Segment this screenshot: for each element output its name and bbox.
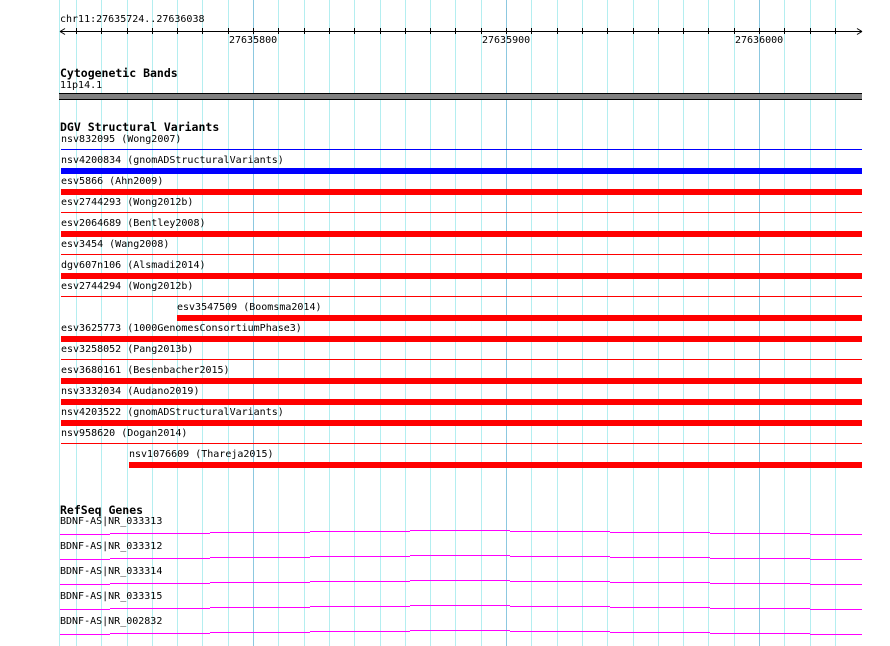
region-label: chr11:27635724..27636038 [60,14,205,25]
variant-bar[interactable] [61,378,862,384]
gene-label: BDNF-AS|NR_002832 [60,616,163,627]
track-title-dgv[interactable]: DGV Structural Variants [60,121,219,134]
variant-bar[interactable] [61,254,862,255]
variant-label: nsv832095 (Wong2007) [61,134,182,145]
variant-bar[interactable] [61,212,862,213]
variant-label: esv3258052 (Pang2013b) [61,344,194,355]
variant-label: esv2064689 (Bentley2008) [61,218,206,229]
variant-bar[interactable] [61,420,862,426]
variant-bar[interactable] [61,168,862,174]
variant-bar[interactable] [61,149,862,150]
variant-label: nsv4200834 (gnomADStructuralVariants) [61,155,284,166]
variant-label: esv3625773 (1000GenomesConsortiumPhase3) [61,323,302,334]
variant-label: nsv4203522 (gnomADStructuralVariants) [61,407,284,418]
variant-label: nsv1076609 (Thareja2015) [129,449,274,460]
cyto-band-bar[interactable] [59,93,862,100]
variant-label: esv3680161 (Besenbacher2015) [61,365,230,376]
tick-label-1: 27635800 [229,35,278,46]
variant-label: esv3547509 (Boomsma2014) [177,302,322,313]
variant-label: nsv958620 (Dogan2014) [61,428,188,439]
genome-browser-panel: chr11:27635724..27636038 27635800 276359… [0,0,890,646]
variant-label: esv2744293 (Wong2012b) [61,197,194,208]
variant-label: esv5866 (Ahn2009) [61,176,164,187]
variant-label: esv2744294 (Wong2012b) [61,281,194,292]
gene-label: BDNF-AS|NR_033314 [60,566,163,577]
variant-bar[interactable] [61,399,862,405]
variant-bar[interactable] [61,336,862,342]
gene-label: BDNF-AS|NR_033313 [60,516,163,527]
variant-bar[interactable] [61,296,862,297]
variant-label: nsv3332034 (Audano2019) [61,386,200,397]
gene-label: BDNF-AS|NR_033312 [60,541,163,552]
variant-bar[interactable] [129,462,862,468]
gene-label: BDNF-AS|NR_033315 [60,591,163,602]
variant-bar[interactable] [177,315,862,321]
variant-label: esv3454 (Wang2008) [61,239,170,250]
tick-label-2: 27635900 [482,35,531,46]
variant-bar[interactable] [61,359,862,360]
variant-bar[interactable] [61,273,862,279]
variant-bar[interactable] [61,189,862,195]
variant-bar[interactable] [61,443,862,444]
track-title-cytogenetic[interactable]: Cytogenetic Bands [60,67,178,80]
cyto-band-label: 11p14.1 [60,80,103,91]
variant-bar[interactable] [61,231,862,237]
variant-label: dgv607n106 (Alsmadi2014) [61,260,206,271]
tick-label-3: 27636000 [735,35,784,46]
